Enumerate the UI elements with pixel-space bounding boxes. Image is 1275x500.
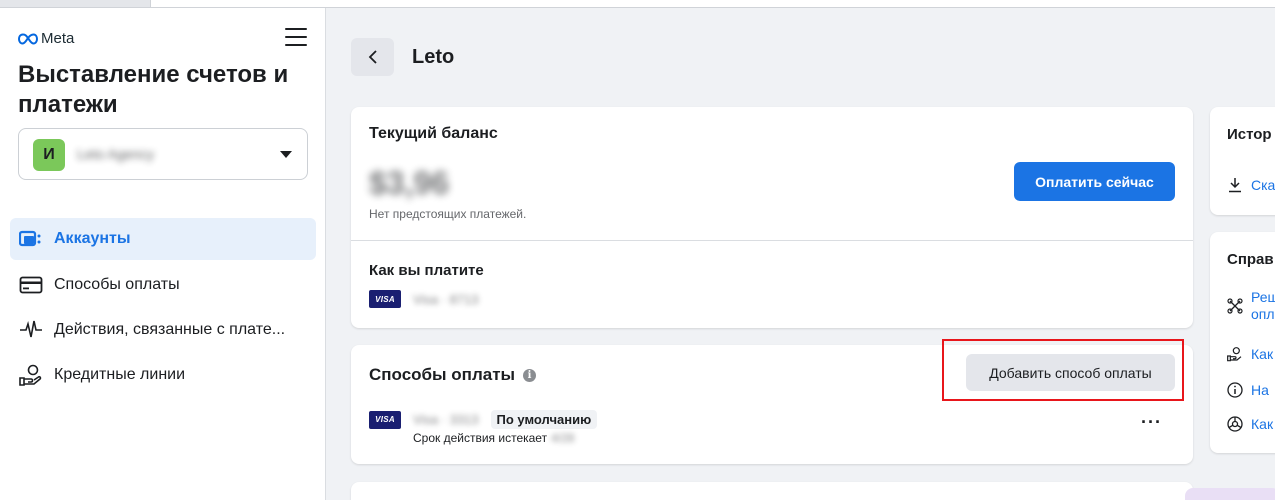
help-link-text: Как bbox=[1251, 416, 1274, 432]
payment-method-row: VISA Visa · 3313 По умолчанию bbox=[369, 410, 598, 429]
account-selector[interactable]: И Leto Agency bbox=[18, 128, 308, 180]
help-link-1[interactable]: Реш опл bbox=[1227, 289, 1275, 323]
credit-line-icon bbox=[1227, 346, 1243, 362]
balance-title: Текущий баланс bbox=[369, 125, 498, 142]
back-button[interactable] bbox=[351, 38, 394, 76]
default-badge: По умолчанию bbox=[490, 410, 598, 429]
current-payment-method: VISA Visa · 8713 bbox=[369, 290, 479, 308]
credit-card-icon bbox=[18, 274, 44, 296]
help-link-text: Реш bbox=[1251, 289, 1275, 305]
settings-wheel-icon bbox=[1227, 416, 1243, 432]
help-link-text: опл bbox=[1251, 306, 1275, 322]
help-link-4[interactable]: Как bbox=[1227, 416, 1273, 432]
sidebar-item-label: Аккаунты bbox=[54, 230, 131, 247]
help-link-text: На bbox=[1251, 382, 1269, 398]
meta-logo: Meta bbox=[18, 30, 74, 47]
meta-infinity-icon bbox=[18, 32, 38, 45]
balance-note: Нет предстоящих платежей. bbox=[369, 207, 527, 221]
activity-icon bbox=[18, 319, 44, 341]
sidebar-item-payment-methods[interactable]: Способы оплаты bbox=[10, 264, 316, 306]
account-avatar: И bbox=[33, 139, 65, 171]
sidebar-item-label: Способы оплаты bbox=[54, 276, 180, 293]
browser-top-strip bbox=[0, 0, 1275, 8]
card-expiry: Срок действия истекает 4/28 bbox=[413, 431, 574, 445]
next-card-partial bbox=[351, 482, 1193, 500]
history-title: Истор bbox=[1227, 126, 1272, 143]
chevron-left-icon bbox=[368, 50, 377, 64]
sidebar-item-label: Действия, связанные с плате... bbox=[54, 321, 286, 338]
payment-methods-card: Способы оплаты i Добавить способ оплаты … bbox=[351, 345, 1193, 464]
payment-methods-title-text: Способы оплаты bbox=[369, 365, 516, 384]
help-link-text: Как bbox=[1251, 346, 1274, 362]
credit-line-icon bbox=[18, 364, 44, 386]
sidebar-item-payment-activity[interactable]: Действия, связанные с плате... bbox=[10, 309, 316, 351]
download-link-text: Ска bbox=[1251, 177, 1275, 193]
download-link[interactable]: Ска bbox=[1227, 177, 1275, 193]
puzzle-icon bbox=[1227, 298, 1243, 314]
info-icon bbox=[1227, 382, 1243, 398]
menu-icon[interactable] bbox=[285, 28, 307, 48]
expiry-value: 4/28 bbox=[551, 431, 575, 445]
caret-down-icon bbox=[280, 151, 292, 158]
sidebar-item-label: Кредитные линии bbox=[54, 366, 186, 383]
how-you-pay-title: Как вы платите bbox=[369, 262, 484, 279]
help-card: Справ Реш опл Как На Как bbox=[1210, 232, 1275, 453]
help-link-3[interactable]: На bbox=[1227, 382, 1269, 398]
page-header: Leto bbox=[351, 38, 454, 76]
card-masked-number: Visa · 3313 bbox=[413, 412, 479, 427]
page-title: Leto bbox=[412, 45, 455, 68]
help-link-2[interactable]: Как bbox=[1227, 346, 1273, 362]
pay-now-button[interactable]: Оплатить сейчас bbox=[1014, 162, 1175, 201]
divider bbox=[351, 240, 1193, 241]
meta-brand-text: Meta bbox=[41, 30, 75, 47]
visa-icon: VISA bbox=[369, 290, 401, 308]
payment-methods-title: Способы оплаты i bbox=[369, 365, 537, 385]
card-masked-number: Visa · 8713 bbox=[413, 291, 479, 307]
add-payment-method-button[interactable]: Добавить способ оплаты bbox=[966, 354, 1175, 391]
download-icon bbox=[1227, 177, 1243, 193]
history-card: Истор Ска bbox=[1210, 107, 1275, 215]
accounts-icon bbox=[18, 228, 44, 250]
balance-amount: $3,96 bbox=[369, 165, 450, 201]
balance-card: Текущий баланс $3,96 Нет предстоящих пла… bbox=[351, 107, 1193, 328]
expiry-label: Срок действия истекает bbox=[413, 431, 548, 445]
help-title: Справ bbox=[1227, 251, 1274, 268]
page-section-title: Выставление счетов и платежи bbox=[18, 61, 289, 118]
partial-purple-element bbox=[1185, 488, 1275, 500]
visa-icon: VISA bbox=[369, 410, 401, 429]
sidebar: Meta Выставление счетов и платежи И Leto… bbox=[0, 8, 326, 500]
sidebar-item-credit-lines[interactable]: Кредитные линии bbox=[10, 354, 316, 396]
account-name: Leto Agency bbox=[77, 146, 155, 162]
more-options-icon[interactable]: ··· bbox=[1141, 413, 1162, 431]
sidebar-item-accounts[interactable]: Аккаунты bbox=[10, 218, 316, 260]
info-icon[interactable]: i bbox=[523, 368, 537, 382]
